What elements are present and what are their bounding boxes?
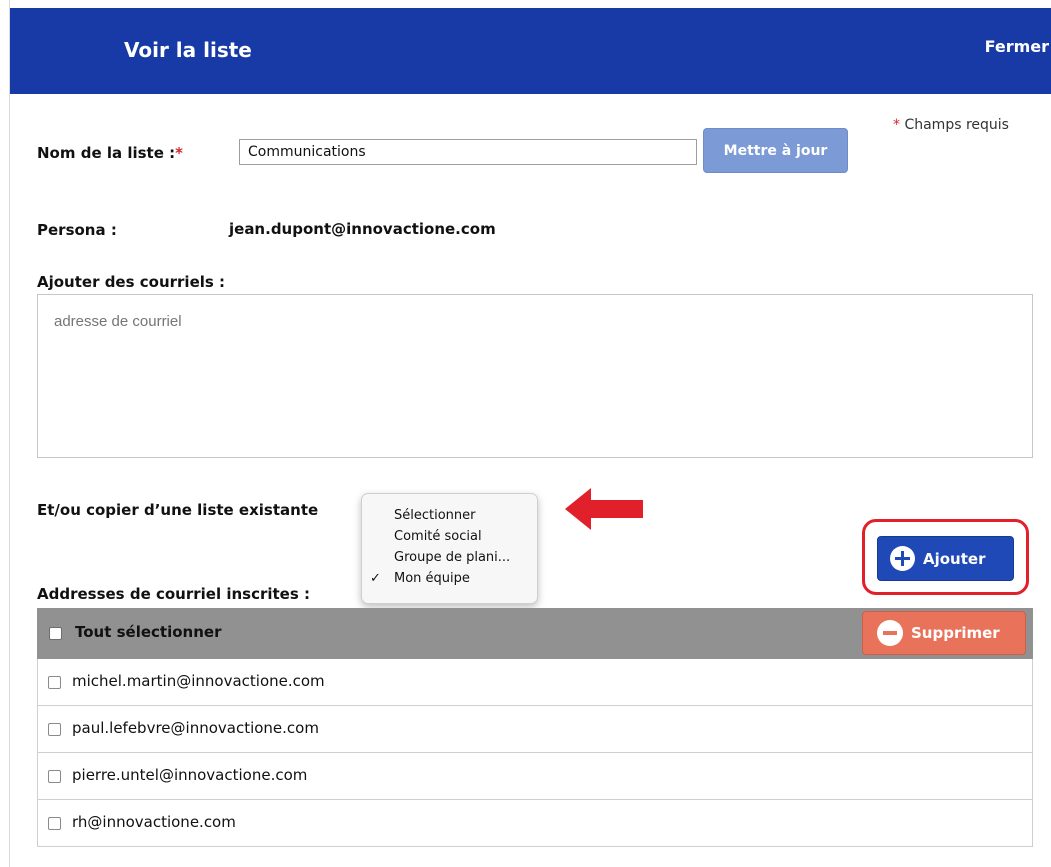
add-button[interactable]: Ajouter bbox=[877, 536, 1014, 581]
row-checkbox[interactable] bbox=[48, 817, 61, 830]
table-row: rh@innovactione.com bbox=[37, 800, 1033, 847]
update-button[interactable]: Mettre à jour bbox=[703, 128, 848, 173]
select-all-checkbox[interactable] bbox=[49, 627, 62, 640]
checkmark-icon: ✓ bbox=[370, 571, 381, 586]
delete-button[interactable]: Supprimer bbox=[862, 611, 1026, 655]
required-fields-note: * Champs requis bbox=[893, 117, 1009, 133]
row-email: michel.martin@innovactione.com bbox=[72, 672, 325, 690]
option-label: Sélectionner bbox=[394, 508, 476, 523]
left-edge-divider bbox=[0, 0, 10, 867]
dropdown-option-my-team[interactable]: ✓ Mon équipe bbox=[362, 571, 537, 592]
red-arrow-left-icon bbox=[565, 488, 643, 530]
row-checkbox[interactable] bbox=[48, 723, 61, 736]
table-header: Tout sélectionner Supprimer bbox=[37, 608, 1033, 659]
plus-circle-icon bbox=[890, 546, 915, 571]
option-label: Comité social bbox=[394, 529, 482, 544]
list-name-required-star: * bbox=[175, 144, 183, 162]
table-row: paul.lefebvre@innovactione.com bbox=[37, 706, 1033, 753]
copy-list-label: Et/ou copier d’une liste existante bbox=[37, 501, 319, 519]
row-checkbox[interactable] bbox=[48, 676, 61, 689]
subscribed-emails-table: Tout sélectionner Supprimer michel.marti… bbox=[37, 608, 1033, 847]
dialog-title: Voir la liste bbox=[124, 38, 252, 62]
list-name-input[interactable] bbox=[239, 139, 697, 165]
row-email: pierre.untel@innovactione.com bbox=[72, 766, 308, 784]
required-note-text: Champs requis bbox=[904, 117, 1009, 133]
row-email: rh@innovactione.com bbox=[72, 813, 236, 831]
select-all-label: Tout sélectionner bbox=[75, 623, 222, 641]
row-checkbox[interactable] bbox=[48, 770, 61, 783]
delete-button-label: Supprimer bbox=[911, 624, 1000, 642]
option-label: Groupe de plani... bbox=[394, 550, 511, 565]
persona-label: Persona : bbox=[37, 221, 117, 239]
subscribed-emails-label: Addresses de courriel inscrites : bbox=[37, 585, 310, 603]
table-row: michel.martin@innovactione.com bbox=[37, 659, 1033, 706]
existing-list-dropdown[interactable]: Sélectionner Comité social Groupe de pla… bbox=[361, 493, 538, 604]
add-emails-label: Ajouter des courriels : bbox=[37, 273, 226, 291]
close-link[interactable]: Fermer bbox=[985, 37, 1049, 56]
persona-value: jean.dupont@innovactione.com bbox=[229, 220, 496, 238]
row-email: paul.lefebvre@innovactione.com bbox=[72, 719, 319, 737]
dropdown-option-planning-group[interactable]: Groupe de plani... bbox=[362, 550, 537, 571]
dropdown-option-select[interactable]: Sélectionner bbox=[362, 508, 537, 529]
add-button-label: Ajouter bbox=[923, 549, 986, 568]
table-row: pierre.untel@innovactione.com bbox=[37, 753, 1033, 800]
list-name-label-text: Nom de la liste : bbox=[37, 144, 176, 162]
dropdown-option-social-committee[interactable]: Comité social bbox=[362, 529, 537, 550]
minus-circle-icon bbox=[877, 620, 903, 646]
add-emails-textarea[interactable] bbox=[37, 294, 1033, 458]
required-star: * bbox=[893, 117, 900, 133]
option-label: Mon équipe bbox=[394, 571, 470, 586]
list-name-label: Nom de la liste :* bbox=[37, 144, 183, 162]
dialog-header: Voir la liste Fermer bbox=[10, 8, 1051, 94]
